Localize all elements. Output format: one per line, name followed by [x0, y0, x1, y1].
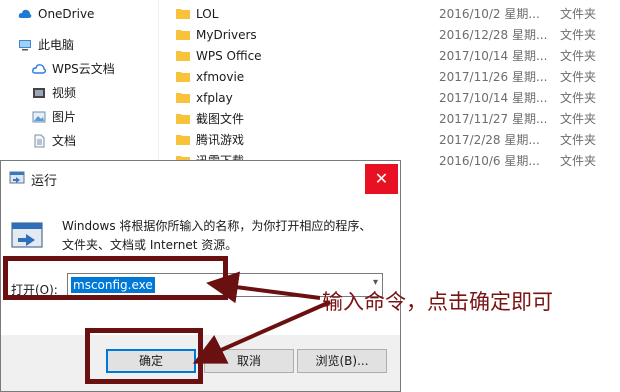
arrow-to-input — [206, 271, 321, 304]
annotation-text: 输入命令，点击确定即可 — [322, 290, 553, 314]
annotation-arrows — [192, 271, 331, 364]
arrow-to-ok — [192, 300, 331, 364]
